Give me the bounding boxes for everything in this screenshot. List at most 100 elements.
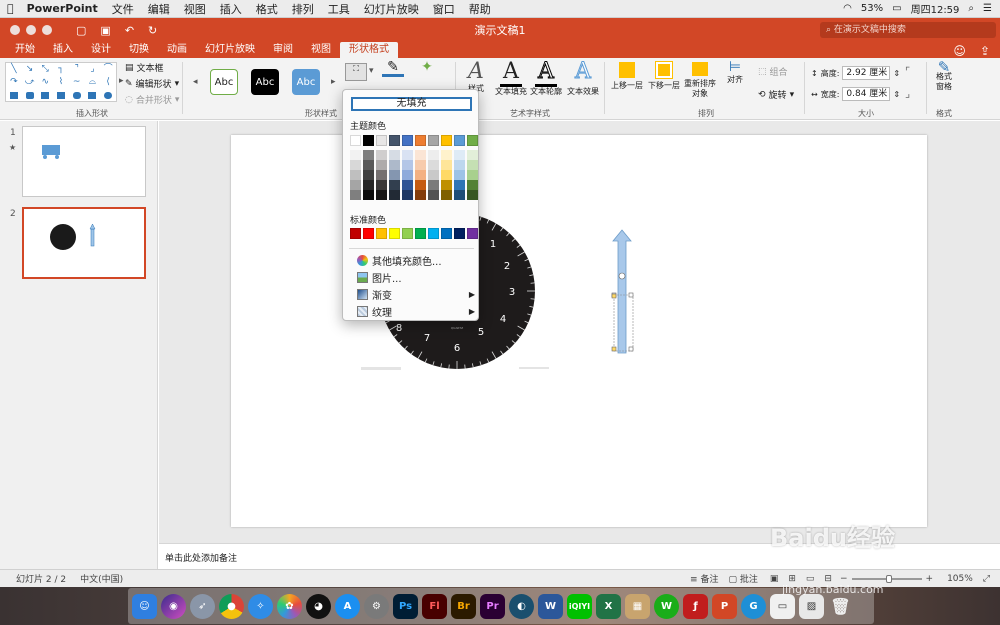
zoom-slider-thumb[interactable]	[885, 574, 892, 583]
texture-fill-item[interactable]: 纹理 ▶	[357, 304, 475, 319]
calendar-icon[interactable]: ▭	[770, 593, 795, 619]
qq-icon[interactable]: ◕	[306, 593, 331, 619]
standard-color-swatch[interactable]	[376, 228, 387, 239]
iqiyi-icon[interactable]: iQIYI	[567, 593, 592, 619]
word-icon[interactable]: W	[538, 593, 563, 619]
standard-color-swatch[interactable]	[454, 228, 465, 239]
line-shape-icon[interactable]: ╲	[6, 63, 22, 76]
siri-icon[interactable]: ◉	[161, 593, 186, 619]
standard-color-swatch[interactable]	[350, 228, 361, 239]
style-gallery-next-icon[interactable]: ▸	[331, 77, 336, 87]
theme-shade-swatch[interactable]	[415, 150, 426, 160]
menu-help[interactable]: 帮助	[462, 1, 498, 17]
style-gallery-prev-icon[interactable]: ◂	[193, 77, 198, 87]
shape-style-outline[interactable]: Abc	[210, 69, 238, 95]
snip-rect-shape-icon[interactable]	[37, 89, 53, 101]
theme-shade-swatch[interactable]	[363, 190, 374, 200]
curved-arrow-icon[interactable]: ↷	[6, 76, 22, 89]
shape-style-dark[interactable]: Abc	[251, 69, 279, 95]
menu-insert[interactable]: 插入	[213, 1, 249, 17]
theme-color-swatch[interactable]	[428, 135, 439, 146]
theme-shade-swatch[interactable]	[402, 150, 413, 160]
theme-color-swatch[interactable]	[350, 135, 361, 146]
merge-shapes-button[interactable]: ◌ 合并形状 ▾	[125, 93, 179, 107]
theme-shade-swatch[interactable]	[350, 170, 361, 180]
oval-rect-shape-icon[interactable]	[100, 89, 116, 101]
clock-text[interactable]: 周四12:59	[911, 1, 960, 16]
theme-color-swatch[interactable]	[402, 135, 413, 146]
height-input[interactable]: 2.92 厘米	[842, 66, 891, 80]
menu-format[interactable]: 格式	[249, 1, 285, 17]
curve-connector-icon[interactable]: ⌒	[100, 63, 116, 76]
language-status[interactable]: 中文(中国)	[66, 572, 123, 585]
standard-color-swatch[interactable]	[389, 228, 400, 239]
app-menu[interactable]: PowerPoint	[21, 2, 105, 15]
zoom-window-button[interactable]	[42, 25, 52, 35]
flash-player-icon[interactable]: ƒ	[683, 593, 708, 619]
theme-shade-swatch[interactable]	[402, 190, 413, 200]
rotate-handle-icon[interactable]	[618, 272, 626, 280]
selected-arrow-shape[interactable]	[611, 229, 634, 354]
theme-shade-swatch[interactable]	[402, 160, 413, 170]
comments-button[interactable]: ▢ 批注	[728, 572, 769, 585]
trash-icon[interactable]: 🗑	[828, 594, 853, 619]
text-fill-button[interactable]: A 文本填充	[495, 60, 527, 97]
standard-color-swatch[interactable]	[428, 228, 439, 239]
reorder-objects-button[interactable]: 重新排序 对象	[683, 62, 717, 99]
zoom-level[interactable]: 105%	[933, 574, 983, 584]
theme-color-swatch[interactable]	[454, 135, 465, 146]
bring-forward-button[interactable]: 上移一层	[610, 62, 644, 91]
close-window-button[interactable]	[10, 25, 20, 35]
theme-color-swatch[interactable]	[441, 135, 452, 146]
slideshow-icon[interactable]: ⊟	[824, 574, 840, 584]
elbow-connector-icon[interactable]: ┐	[53, 63, 69, 76]
menu-file[interactable]: 文件	[105, 1, 141, 17]
no-fill-option[interactable]: 无填充	[351, 97, 472, 111]
theme-shade-swatch[interactable]	[467, 190, 478, 200]
arrow-line-shape-icon[interactable]: ↘	[22, 63, 38, 76]
theme-shade-swatch[interactable]	[376, 150, 387, 160]
elbow-arrow-icon[interactable]: ⌝	[69, 63, 85, 76]
send-backward-button[interactable]: 下移一层	[647, 61, 681, 91]
spotlight-icon[interactable]: ⌕	[968, 3, 974, 14]
theme-shade-swatch[interactable]	[376, 190, 387, 200]
tab-shape-format[interactable]: 形状格式	[340, 42, 398, 58]
smiley-feedback-icon[interactable]: ☺	[953, 44, 966, 58]
flash-pro-icon[interactable]: Fl	[422, 593, 447, 619]
theme-shade-swatch[interactable]	[389, 150, 400, 160]
theme-shade-swatch[interactable]	[363, 170, 374, 180]
tab-transitions[interactable]: 切换	[120, 42, 158, 58]
theme-shade-swatch[interactable]	[428, 190, 439, 200]
theme-shade-swatch[interactable]	[415, 180, 426, 190]
textbox-button[interactable]: ▤ 文本框	[125, 61, 164, 75]
theme-shade-swatch[interactable]	[428, 160, 439, 170]
bracket-icon[interactable]: ⟨	[100, 76, 116, 89]
theme-shade-swatch[interactable]	[441, 180, 452, 190]
double-arrow-shape-icon[interactable]: ⤡	[37, 63, 53, 76]
fit-slide-icon[interactable]: ⤢	[983, 574, 1000, 584]
theme-shade-swatch[interactable]	[415, 160, 426, 170]
apple-menu-icon[interactable]: 	[0, 2, 21, 15]
theme-shade-swatch[interactable]	[389, 170, 400, 180]
round-snip-shape-icon[interactable]	[85, 89, 101, 101]
theme-shade-swatch[interactable]	[389, 180, 400, 190]
crop-icon[interactable]: ⌜	[905, 65, 910, 78]
powerpoint-icon[interactable]: P	[712, 593, 737, 619]
theme-shade-swatch[interactable]	[376, 180, 387, 190]
slide-sorter-icon[interactable]: ⊞	[788, 574, 806, 584]
shape-style-blue[interactable]: Abc	[292, 69, 320, 95]
theme-color-swatch[interactable]	[467, 135, 478, 146]
shape-outline-button[interactable]: ✎	[382, 60, 404, 77]
menu-edit[interactable]: 编辑	[141, 1, 177, 17]
battery-icon[interactable]: ▭	[892, 3, 901, 14]
round-rect2-shape-icon[interactable]	[69, 89, 85, 101]
theme-shade-swatch[interactable]	[454, 180, 465, 190]
theme-shade-swatch[interactable]	[402, 170, 413, 180]
browser-icon[interactable]: ◐	[509, 593, 534, 619]
height-stepper[interactable]: ⇕	[893, 69, 900, 78]
finder-icon[interactable]: ☺	[132, 593, 157, 619]
theme-shade-swatch[interactable]	[467, 180, 478, 190]
shape-fill-button[interactable]: ⛶	[345, 63, 367, 81]
theme-shade-swatch[interactable]	[376, 160, 387, 170]
minimize-window-button[interactable]	[26, 25, 36, 35]
